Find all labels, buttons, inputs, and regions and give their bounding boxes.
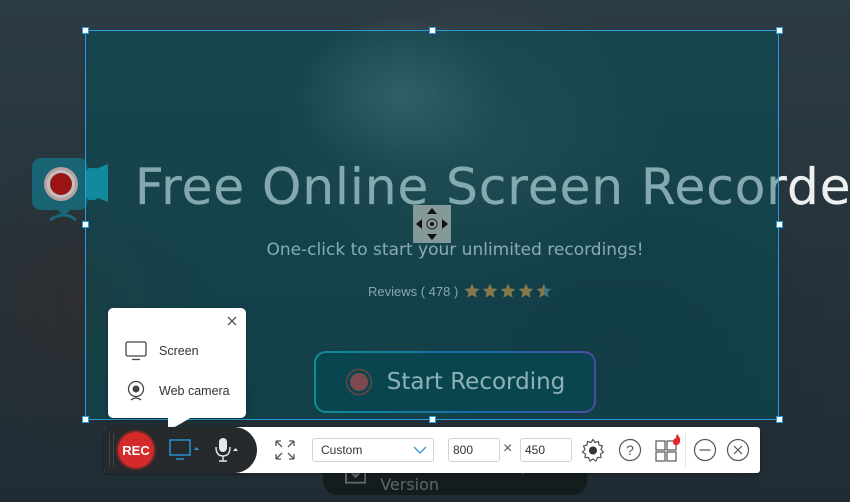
resize-handle-right[interactable] [776,221,783,228]
move-arrows-icon [416,208,448,240]
resize-handle-top-right[interactable] [776,27,783,34]
more-apps-icon[interactable] [655,433,683,463]
svg-text:?: ? [626,442,634,458]
size-preset-value: Custom [321,443,363,457]
source-option-screen-label: Screen [159,344,199,358]
dimension-separator: × [503,440,513,457]
source-option-webcam[interactable]: Web camera [125,380,230,402]
height-input[interactable] [520,438,572,462]
close-icon[interactable] [726,438,750,462]
settings-gear-icon[interactable] [581,438,605,462]
help-icon[interactable]: ? [618,438,642,462]
resize-handle-top-left[interactable] [82,27,89,34]
webcam-icon [127,380,145,401]
resize-handle-bottom-right[interactable] [776,416,783,423]
screen-source-button[interactable] [168,438,202,462]
size-preset-select[interactable]: Custom [312,438,434,462]
close-popover-icon[interactable] [226,315,238,327]
source-option-screen[interactable]: Screen [125,341,199,361]
rec-button[interactable]: REC [118,432,154,468]
move-handle[interactable] [413,205,451,243]
toolbar-source-section: REC [104,427,257,473]
chevron-down-icon [413,446,427,454]
source-option-webcam-label: Web camera [159,384,230,398]
minimize-icon[interactable] [693,438,717,462]
toolbar-divider [685,433,686,467]
resize-handle-bottom[interactable] [429,416,436,423]
source-popover: Screen Web camera [108,308,246,418]
resize-handle-top[interactable] [429,27,436,34]
resize-handle-bottom-left[interactable] [82,416,89,423]
fullscreen-button[interactable] [274,439,296,461]
width-input[interactable] [448,438,500,462]
drag-grip[interactable] [109,433,114,467]
recorder-toolbar: REC Custom × ? [104,427,760,473]
microphone-button[interactable] [212,436,242,464]
resize-handle-left[interactable] [82,221,89,228]
monitor-icon [125,341,147,361]
